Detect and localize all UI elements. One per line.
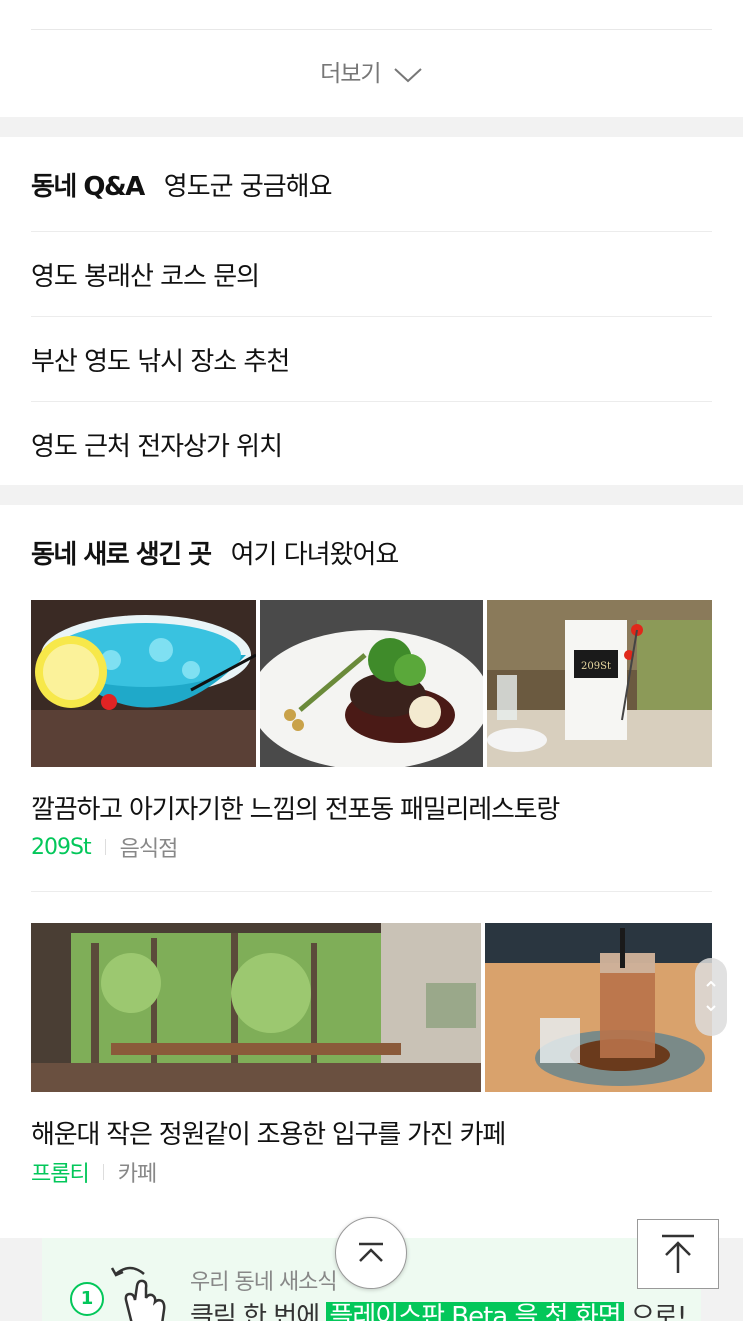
place-card[interactable]: 209St 깔끔하고 아기자기한 느낌의 전포동 패밀리레스토랑 209St 음… — [31, 600, 712, 892]
double-chevron-up-icon — [359, 1242, 383, 1262]
new-places-subtitle: 여기 다녀왔어요 — [230, 540, 400, 570]
step-badge: 1 — [70, 1282, 104, 1316]
more-section: 더보기 — [0, 0, 743, 117]
photo-blue-cocktail[interactable] — [31, 600, 256, 767]
scrollbar-thumb[interactable] — [695, 958, 727, 1036]
collapse-up-button[interactable] — [335, 1217, 407, 1289]
qa-header: 동네 Q&A 영도군 궁금해요 — [31, 137, 712, 231]
qa-title: 동네 Q&A — [31, 171, 145, 202]
photo-iced-coffee[interactable] — [485, 923, 712, 1092]
arrow-to-top-icon — [662, 1234, 694, 1273]
qa-item[interactable]: 부산 영도 낚시 장소 추천 — [31, 316, 712, 401]
place-name[interactable]: 프롬티 — [31, 1156, 90, 1188]
menu-sign-text: 209St — [581, 661, 611, 672]
new-places-title: 동네 새로 생긴 곳 — [31, 540, 212, 570]
scroll-to-top-button[interactable] — [637, 1219, 719, 1289]
qa-item-label: 영도 봉래산 코스 문의 — [31, 261, 260, 292]
qa-section: 동네 Q&A 영도군 궁금해요 영도 봉래산 코스 문의 부산 영도 낚시 장소… — [0, 137, 743, 485]
place-title[interactable]: 깔끔하고 아기자기한 느낌의 전포동 패밀리레스토랑 — [31, 789, 712, 825]
photo-menu-table[interactable]: 209St — [487, 600, 712, 767]
place-title[interactable]: 해운대 작은 정원같이 조용한 입구를 가진 카페 — [31, 1114, 712, 1150]
qa-item[interactable]: 영도 봉래산 코스 문의 — [31, 231, 712, 316]
place-category: 음식점 — [119, 837, 179, 862]
photo-strip: 209St — [31, 600, 712, 767]
banner-line2-suffix: 으로! — [623, 1302, 687, 1321]
meta-separator — [102, 1164, 104, 1180]
new-places-section: 동네 새로 생긴 곳 여기 다녀왔어요 209St 깔끔하고 아기자기한 느낌의… — [0, 505, 743, 1216]
photo-cafe-interior[interactable] — [31, 923, 481, 1092]
place-category: 카페 — [117, 1162, 157, 1187]
qa-item-label: 부산 영도 낚시 장소 추천 — [31, 346, 290, 377]
scroll-arrows-icon — [706, 980, 716, 1012]
qa-subtitle: 영도군 궁금해요 — [163, 171, 333, 202]
banner-line2-prefix: 클릭 한 번에 — [190, 1302, 327, 1321]
place-meta: 209St 음식점 — [31, 831, 712, 863]
section-gap — [0, 117, 743, 137]
meta-separator — [104, 839, 106, 855]
place-meta: 프롬티 카페 — [31, 1156, 712, 1188]
photo-steak-plate[interactable] — [260, 600, 483, 767]
new-places-header: 동네 새로 생긴 곳 여기 다녀왔어요 — [31, 505, 712, 600]
photo-strip — [31, 923, 712, 1092]
banner-line2: 클릭 한 번에 플레이스판 Beta 을 첫 화면 으로! — [190, 1296, 687, 1321]
qa-item-label: 영도 근처 전자상가 위치 — [31, 431, 283, 462]
banner-highlight: 플레이스판 Beta 을 첫 화면 — [326, 1302, 624, 1321]
banner-line1: 우리 동네 새소식 — [190, 1270, 338, 1295]
hand-tap-icon — [110, 1266, 166, 1321]
divider — [31, 29, 712, 30]
chevron-down-icon — [394, 67, 422, 82]
more-button[interactable]: 더보기 — [0, 54, 743, 88]
more-button-label: 더보기 — [320, 61, 381, 87]
place-card[interactable]: 해운대 작은 정원같이 조용한 입구를 가진 카페 프롬티 카페 — [31, 892, 712, 1188]
place-name[interactable]: 209St — [31, 835, 92, 860]
qa-item[interactable]: 영도 근처 전자상가 위치 — [31, 401, 712, 486]
section-gap — [0, 485, 743, 505]
